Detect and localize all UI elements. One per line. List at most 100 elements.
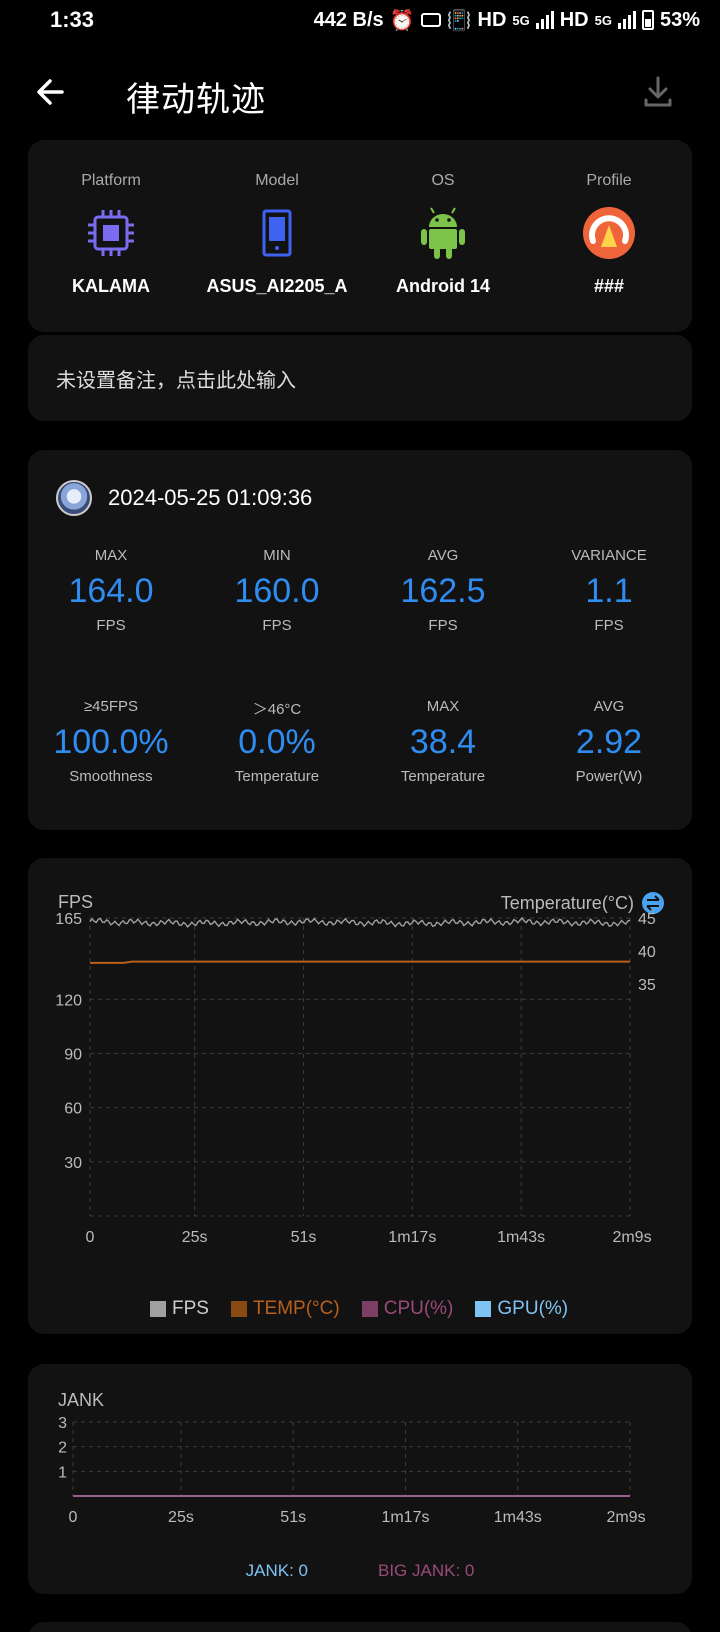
legend-fps[interactable]: FPS [150, 1298, 209, 1320]
fps-temperature-chart[interactable]: 165 120 90 60 30 0 25s 51s 1m17s 1m43s 2m9s 45 40 35 [28, 908, 692, 1298]
avatar [56, 480, 92, 516]
stat-unit: Temperature [234, 768, 320, 785]
fps-stats-row: MAX 164.0 FPS MIN 160.0 FPS AVG 162.5 FP… [28, 547, 692, 634]
stat-avg-power: AVG 2.92 Power(W) [526, 698, 692, 785]
hd-label-1: HD [477, 8, 507, 31]
stat-value: 160.0 [234, 572, 320, 610]
stat-label: AVG [427, 547, 459, 564]
android-icon [421, 207, 465, 259]
x-tick-label: 0 [69, 1509, 78, 1526]
x-tick-label: 0 [86, 1229, 95, 1246]
legend-label: TEMP(°C) [252, 1298, 340, 1319]
x-tick-label: 25s [182, 1229, 208, 1246]
hd-label-2: HD [559, 8, 589, 31]
legend-gpu[interactable]: GPU(%) [475, 1298, 568, 1320]
x-tick-label: 2m9s [606, 1509, 645, 1526]
x-tick-label: 51s [280, 1509, 306, 1526]
network-type-1: 5G [512, 12, 530, 28]
os-value: Android 14 [395, 276, 490, 296]
profile-gauge-icon [583, 207, 635, 259]
jank-chart[interactable]: 3 2 1 0 25s 51s 1m17s 1m43s 2m9s [28, 1412, 692, 1562]
stat-unit: FPS [96, 617, 126, 634]
fps-chart-card: FPS Temperature(°C) 165 120 90 60 30 0 25s 51s 1… [28, 858, 692, 1334]
stat-label: MAX [426, 698, 460, 715]
legend-temp[interactable]: TEMP(°C) [230, 1298, 340, 1320]
legend-label: FPS [172, 1298, 209, 1319]
y-tick-label: 60 [64, 1101, 82, 1118]
legend-swatch [475, 1301, 492, 1317]
stat-value: 164.0 [68, 572, 154, 610]
session-stats-card: 2024-05-25 01:09:36 MAX 164.0 FPS MIN 16… [28, 450, 692, 830]
stat-value: 0.0% [238, 723, 316, 761]
chip-icon [88, 210, 134, 256]
device-info-card: Platform KALAMA Model ASUS_AI2205_A OS A… [28, 140, 692, 332]
model-label: Model [255, 172, 299, 189]
profile-label: Profile [586, 172, 632, 189]
stat-smoothness: ≥45FPS 100.0% Smoothness [28, 698, 194, 785]
y2-tick-label: 45 [638, 911, 656, 928]
x-tick-label: 1m43s [497, 1229, 545, 1246]
stat-max-temperature: MAX 38.4 Temperature [360, 698, 526, 785]
stat-label: ＞46°C [252, 701, 302, 718]
x-tick-label: 51s [291, 1229, 317, 1246]
big-jank-count: BIG JANK: 0 [377, 1561, 475, 1580]
session-header: 2024-05-25 01:09:36 [56, 480, 312, 516]
y-tick-label: 1 [58, 1464, 67, 1481]
legend-cpu[interactable]: CPU(%) [361, 1298, 454, 1320]
stat-variance-fps: VARIANCE 1.1 FPS [526, 547, 692, 634]
session-timestamp: 2024-05-25 01:09:36 [108, 485, 313, 510]
platform-info: Platform KALAMA [28, 140, 194, 332]
y2-tick-label: 35 [638, 977, 656, 994]
stat-unit: FPS [594, 617, 624, 634]
stat-value: 100.0% [53, 723, 169, 761]
stat-unit: FPS [428, 617, 458, 634]
note-input[interactable]: 未设置备注，点击此处输入 [28, 335, 692, 421]
stat-min-fps: MIN 160.0 FPS [194, 547, 360, 634]
app-header: 律动轨迹 [0, 58, 720, 128]
vibrate-icon: 📳 [446, 9, 472, 32]
y2-tick-label: 40 [638, 944, 656, 961]
status-bar: 1:33 442 B/s ⏰ 📳 HD 5G HD 5G 53% [0, 0, 720, 40]
page-title: 律动轨迹 [126, 81, 266, 119]
back-arrow-icon[interactable] [32, 72, 72, 112]
phone-icon [262, 209, 292, 257]
stat-label: MIN [263, 547, 291, 564]
status-time: 1:33 [50, 7, 95, 32]
stat-unit: Smoothness [69, 768, 153, 785]
x-tick-label: 1m17s [388, 1229, 436, 1246]
platform-value: KALAMA [72, 276, 150, 296]
network-speed: 442 B/s [313, 8, 384, 31]
jank-legend: JANK: 0 BIG JANK: 0 [28, 1561, 692, 1581]
jank-chart-card: JANK 3 2 1 0 25s 51s 1m17s 1m43s 2m9s JANK: 0 BI… [28, 1364, 692, 1594]
legend-swatch [361, 1301, 378, 1317]
x-tick-label: 2m9s [612, 1229, 651, 1246]
note-text: 未设置备注，点击此处输入 [56, 369, 296, 392]
battery-icon [641, 10, 654, 30]
stat-avg-fps: AVG 162.5 FPS [360, 547, 526, 634]
y-tick-label: 2 [58, 1440, 67, 1457]
stat-unit: Power(W) [575, 768, 643, 785]
stat-label: MAX [94, 547, 128, 564]
stat-value: 1.1 [585, 572, 633, 610]
model-value: ASUS_AI2205_A [206, 276, 348, 296]
battery-percent: 53% [659, 8, 700, 31]
quality-stats-row: ≥45FPS 100.0% Smoothness ＞46°C 0.0% Temp… [28, 698, 692, 785]
stat-label: VARIANCE [571, 547, 647, 564]
jank-chart-title: JANK [58, 1390, 105, 1410]
stat-label: AVG [593, 698, 625, 715]
y-tick-label: 3 [58, 1415, 67, 1432]
legend-label: CPU(%) [383, 1298, 454, 1319]
alarm-icon: ⏰ [389, 9, 415, 32]
y-tick-label: 30 [64, 1155, 82, 1172]
stat-value: 38.4 [409, 723, 477, 761]
profile-value: ### [593, 276, 625, 296]
stat-label: ≥45FPS [83, 698, 139, 715]
download-icon[interactable] [638, 72, 678, 112]
stat-unit: FPS [262, 617, 292, 634]
legend-swatch [230, 1301, 247, 1317]
legend-label: GPU(%) [497, 1298, 569, 1319]
os-info: OS Android 14 [360, 140, 526, 332]
series-line-temperature [90, 960, 630, 964]
x-tick-label: 1m43s [494, 1509, 542, 1526]
network-type-2: 5G [594, 12, 612, 28]
